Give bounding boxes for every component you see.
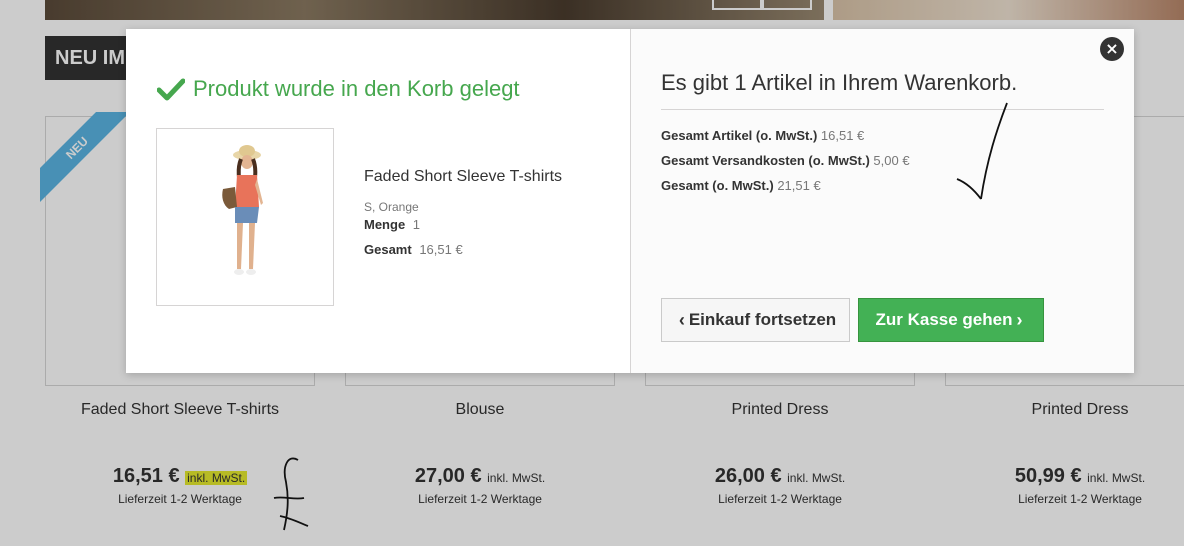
- check-icon: [157, 78, 185, 101]
- quantity-value: 1: [412, 217, 421, 232]
- summary-shipping-value: 5,00 €: [873, 153, 910, 168]
- success-message: Produkt wurde in den Korb gelegt: [193, 76, 520, 101]
- add-to-cart-modal: Produkt wurde in den Korb gelegt Faded S…: [126, 29, 1134, 373]
- cart-summary-panel: Es gibt 1 Artikel in Ihrem Warenkorb. Ge…: [630, 29, 1134, 373]
- success-title: Produkt wurde in den Korb gelegt: [157, 76, 520, 102]
- chevron-right-icon: ›: [1016, 309, 1023, 330]
- product-image: [156, 128, 334, 306]
- added-product-panel: Produkt wurde in den Korb gelegt Faded S…: [126, 29, 630, 373]
- summary-shipping-row: Gesamt Versandkosten (o. MwSt.) 5,00 €: [661, 153, 910, 168]
- product-details: Faded Short Sleeve T-shirts S, Orange Me…: [364, 168, 562, 257]
- summary-items-label: Gesamt Artikel (o. MwSt.): [661, 128, 818, 143]
- quantity-label: Menge: [364, 217, 406, 232]
- product-name: Faded Short Sleeve T-shirts: [364, 168, 563, 185]
- continue-shopping-label: Einkauf fortsetzen: [688, 310, 837, 329]
- total-row: Gesamt 16,51 €: [364, 242, 562, 257]
- chevron-left-icon: ‹: [678, 309, 685, 330]
- summary-shipping-label: Gesamt Versandkosten (o. MwSt.): [661, 153, 870, 168]
- continue-shopping-button[interactable]: ‹ Einkauf fortsetzen: [661, 298, 850, 342]
- summary-total-row: Gesamt (o. MwSt.) 21,51 €: [661, 178, 910, 193]
- cart-summary: Gesamt Artikel (o. MwSt.) 16,51 € Gesamt…: [661, 128, 910, 203]
- summary-total-label: Gesamt (o. MwSt.): [661, 178, 774, 193]
- close-icon[interactable]: ×: [1100, 37, 1124, 61]
- cart-title: Es gibt 1 Artikel in Ihrem Warenkorb.: [661, 70, 1104, 110]
- summary-items-value: 16,51 €: [820, 128, 865, 143]
- total-label: Gesamt: [364, 242, 412, 257]
- checkout-label: Zur Kasse gehen: [875, 310, 1013, 329]
- product-attributes: S, Orange: [364, 200, 419, 214]
- handwritten-arrow: [956, 102, 1008, 200]
- checkout-button[interactable]: Zur Kasse gehen ›: [858, 298, 1044, 342]
- total-value: 16,51 €: [419, 242, 463, 257]
- summary-items-row: Gesamt Artikel (o. MwSt.) 16,51 €: [661, 128, 910, 143]
- product-photo: [222, 145, 263, 275]
- summary-total-value: 21,51 €: [777, 178, 821, 193]
- quantity-row: Menge 1: [364, 217, 562, 232]
